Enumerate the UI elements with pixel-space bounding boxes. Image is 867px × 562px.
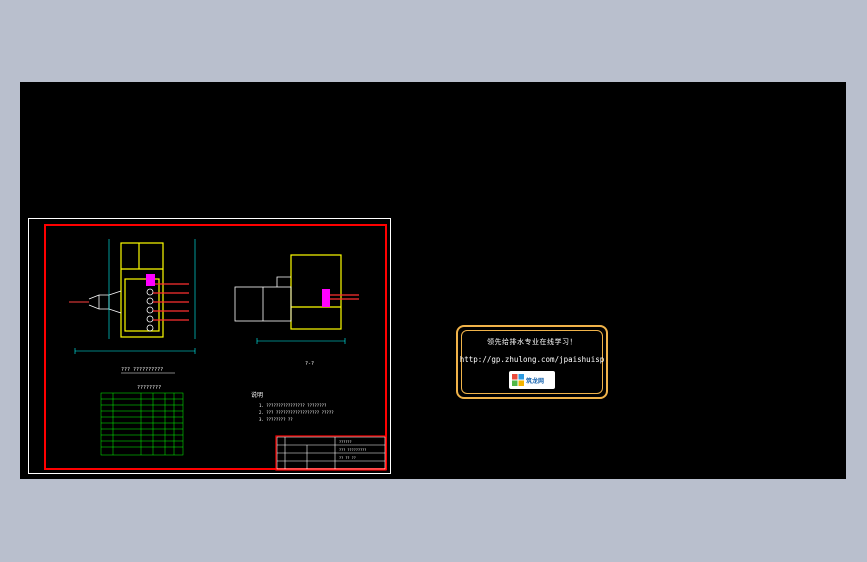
logo-text: 筑龙网 [526, 377, 545, 385]
plan-inlet [88, 290, 122, 314]
notes-heading: 说明 [251, 391, 263, 399]
ad-headline: 领先给排水专业在线学习！ [487, 338, 577, 346]
title-drawing-name: ??? ????????? [339, 448, 366, 452]
note-line-1: 1. ???????????????? ???????? [259, 403, 327, 408]
plan-outlet-pipes [153, 283, 189, 321]
cad-drawing: ??? ?????????? ?-? ???????? 说明 1. ??????… [44, 224, 387, 471]
ad-url-link[interactable]: http://gp.zhulong.com/jpaishuisp [458, 355, 606, 364]
zhulong-ad-card[interactable]: 领先给排水专业在线学习！ http://gp.zhulong.com/jpais… [456, 325, 608, 399]
section-pipes [329, 294, 359, 300]
plan-pumps [146, 288, 154, 332]
drawing-sheet[interactable]: ??? ?????????? ?-? ???????? 说明 1. ??????… [28, 218, 391, 474]
table-caption: ???????? [137, 385, 161, 391]
section-view [290, 254, 342, 330]
section-dimensions [256, 338, 346, 344]
title-sheet-label: ?? ?? ?? [339, 456, 356, 460]
plan-pump-highlight [146, 274, 155, 286]
section-caption: ?-? [305, 361, 314, 367]
title-company: ?????? [339, 440, 352, 444]
section-inlet-channel [234, 276, 292, 322]
note-line-2: 2. ??? ?????????????????? ????? [259, 410, 334, 415]
zhulong-logo-icon [512, 374, 524, 386]
plan-caption: ??? ?????????? [121, 367, 163, 373]
model-space-viewport[interactable]: ??? ?????????? ?-? ???????? 说明 1. ??????… [20, 82, 846, 479]
equipment-table [100, 392, 184, 456]
drawing-frame [44, 224, 387, 470]
title-block [276, 436, 386, 470]
plan-view [120, 242, 164, 338]
note-line-3: 3. ???????? ?? [259, 417, 293, 422]
zhulong-logo[interactable]: 筑龙网 [509, 371, 555, 389]
section-pump-highlight [322, 289, 330, 307]
